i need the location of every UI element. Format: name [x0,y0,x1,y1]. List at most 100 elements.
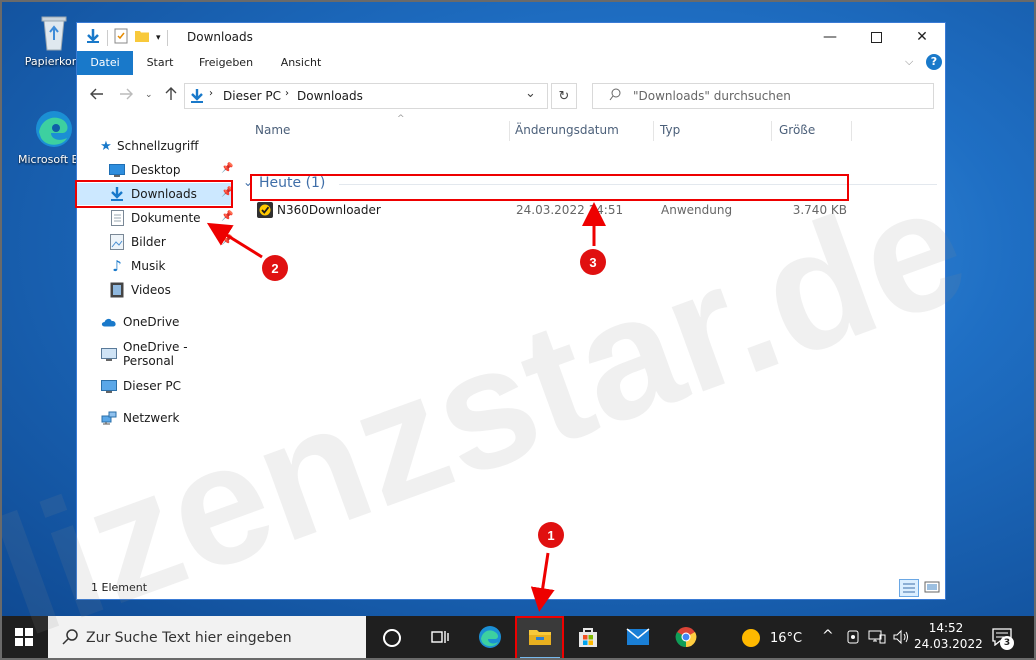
highlight-file-row [250,174,849,201]
annotation-badge-3: 3 [580,249,606,275]
notification-center-button[interactable]: 3 [986,616,1026,660]
edge-icon [33,108,75,150]
taskbar-store[interactable] [564,616,612,660]
mail-icon [626,627,650,649]
music-note-icon: ♪ [112,257,122,275]
recycle-bin-icon [33,10,75,52]
ribbon-expand-icon[interactable]: ⌵ [905,55,913,69]
breadcrumb-downloads[interactable]: Downloads [297,89,363,103]
column-header-date[interactable]: Änderungsdatum [515,123,619,137]
cortana-circle-icon [383,629,401,647]
nav-quick-access[interactable]: ★ Schnellzugriff [99,135,198,157]
annotation-badge-2: 2 [262,255,288,281]
back-arrow-icon[interactable] [90,87,104,105]
norton-app-icon [257,202,273,221]
maximize-icon [870,31,882,43]
minimize-button[interactable]: — [807,23,853,51]
search-box[interactable]: "Downloads" durchsuchen [592,83,934,109]
column-header-type[interactable]: Typ [660,123,680,137]
task-view-button[interactable] [416,616,464,660]
nav-onedrive-personal[interactable]: OneDrive - Personal [101,340,235,368]
status-bar: 1 Element [77,575,945,599]
breadcrumb-dieser-pc[interactable]: Dieser PC [223,89,281,103]
search-icon [62,628,78,648]
tab-start[interactable]: Start [137,51,183,75]
file-date: 24.03.2022 14:51 [516,203,624,217]
properties-icon[interactable] [114,28,128,47]
nav-netzwerk[interactable]: Netzwerk [101,407,179,429]
pin-icon[interactable]: 📌 [221,163,233,174]
large-icons-view-icon[interactable] [923,579,941,597]
start-button[interactable] [0,616,48,660]
cortana-button[interactable] [368,616,416,660]
close-button[interactable]: ✕ [899,23,945,51]
nav-label: Desktop [131,163,181,177]
location-icon[interactable] [846,629,860,648]
monitor-icon [101,346,117,362]
nav-dieser-pc[interactable]: Dieser PC [101,375,181,397]
tab-datei[interactable]: Datei [77,51,133,75]
volume-icon[interactable] [892,629,910,648]
tab-freigeben[interactable]: Freigeben [191,51,261,75]
show-hidden-icons-chevron-icon[interactable]: ^ [822,628,834,644]
column-header-name[interactable]: Name [255,123,290,137]
pin-icon[interactable]: 📌 [221,235,233,246]
qat-dropdown-icon[interactable]: ▾ [156,33,161,43]
network-icon[interactable] [868,629,886,648]
nav-label: Netzwerk [123,411,180,425]
nav-label: Bilder [131,235,166,249]
nav-label: Dieser PC [123,379,181,393]
search-icon [609,88,621,105]
window-title: Downloads [187,30,253,44]
file-row-n360downloader[interactable]: N360Downloader 24.03.2022 14:51 Anwendun… [251,199,849,221]
nav-onedrive[interactable]: OneDrive [101,311,179,333]
new-folder-icon[interactable] [134,29,150,46]
annotation-badge-1: 1 [538,522,564,548]
taskbar-chrome[interactable] [662,616,710,660]
notification-count-badge: 3 [1000,636,1014,650]
nav-item-musik[interactable]: ♪ Musik [109,255,165,277]
maximize-button[interactable] [853,23,899,51]
taskbar-search-box[interactable]: Zur Suche Text hier eingeben [48,616,366,660]
details-view-icon[interactable] [899,579,919,597]
weather-sun-icon [742,629,760,647]
nav-item-videos[interactable]: Videos [109,279,171,301]
breadcrumb-separator-icon: › [209,88,213,99]
desktop-icon [109,162,125,178]
search-input[interactable]: "Downloads" durchsuchen [633,89,791,103]
taskbar-edge[interactable] [466,616,514,660]
network-icon [101,410,117,426]
pin-icon[interactable]: 📌 [221,211,233,222]
weather-widget[interactable]: 16°C [742,616,802,660]
up-arrow-icon[interactable] [164,87,178,105]
divider [107,29,108,46]
taskbar-clock[interactable]: 14:52 24.03.2022 [914,616,983,660]
ribbon-tabs: Datei Start Freigeben Ansicht ⌵ ? [77,51,945,75]
edge-icon [478,625,502,652]
clock-time: 14:52 [928,621,964,635]
weather-temperature: 16°C [770,630,803,646]
tab-ansicht[interactable]: Ansicht [273,51,329,75]
nav-label: OneDrive [123,315,180,329]
help-icon[interactable]: ? [926,54,942,70]
store-bag-icon [577,626,599,651]
nav-label: Videos [131,283,171,297]
document-icon [109,210,125,226]
address-toolbar: ⌄ › Dieser PC › Downloads ⌄ ↻ "Downloads… [77,79,945,113]
divider [166,29,168,46]
recent-locations-chevron-icon[interactable]: ⌄ [145,90,153,100]
column-header-size[interactable]: Größe [779,123,815,137]
nav-item-desktop[interactable]: Desktop [109,159,181,181]
forward-arrow-icon[interactable] [119,87,133,105]
refresh-button[interactable]: ↻ [551,83,577,109]
address-dropdown-icon[interactable]: ⌄ [525,86,536,101]
title-bar[interactable]: ▾ Downloads — ✕ [77,23,945,51]
sort-chevron-icon: ^ [397,114,405,124]
nav-item-dokumente[interactable]: Dokumente [109,207,201,229]
address-bar[interactable]: › Dieser PC › Downloads ⌄ [184,83,548,109]
task-view-icon [431,629,449,648]
column-separator [509,121,510,141]
nav-item-bilder[interactable]: Bilder [109,231,166,253]
taskbar-search-input[interactable]: Zur Suche Text hier eingeben [86,630,292,646]
taskbar-mail[interactable] [614,616,662,660]
